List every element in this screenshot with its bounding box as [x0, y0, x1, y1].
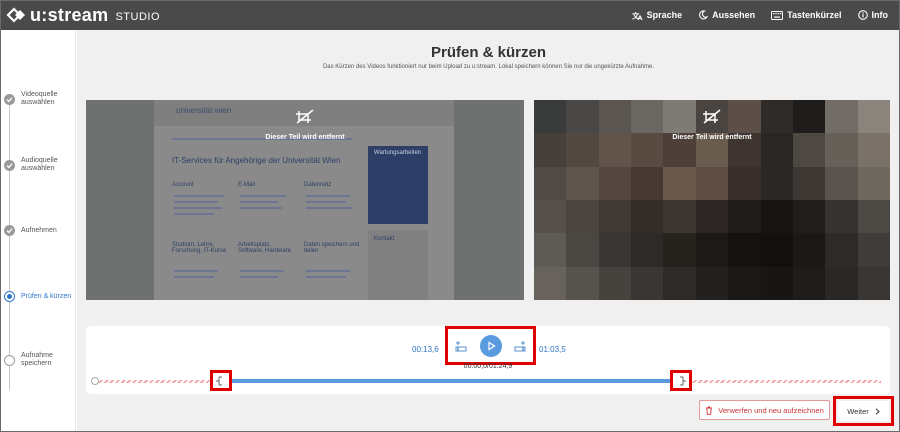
shortcuts-menu[interactable]: Tastenkürzel — [771, 10, 842, 20]
webpage-section: Account — [172, 182, 194, 188]
appearance-label: Aussehen — [712, 10, 756, 20]
webpage-section: Datennetz — [304, 182, 332, 188]
pending-step-icon — [4, 354, 15, 366]
screen-preview: universität wien IT-Services für Angehör… — [86, 100, 524, 300]
trash-icon — [706, 406, 713, 415]
playback-controls — [445, 326, 536, 365]
step-label: Videoquelle auswählen — [21, 91, 58, 106]
svg-text:A: A — [637, 14, 642, 21]
language-label: Sprache — [646, 10, 683, 20]
next-label: Weiter — [847, 406, 869, 416]
info-icon — [857, 10, 868, 20]
stepper-line — [9, 100, 10, 390]
step-label: Audioquelle auswählen — [21, 157, 58, 172]
playhead[interactable] — [91, 377, 99, 385]
webpage-logo: universität wien — [176, 106, 232, 115]
play-button[interactable] — [479, 334, 502, 357]
moon-icon — [699, 10, 709, 20]
shortcuts-label: Tastenkürzel — [787, 10, 842, 20]
trim-start-icon — [455, 340, 467, 351]
crop-off-icon — [296, 109, 314, 124]
active-step-icon — [4, 291, 15, 302]
webpage-section: Studium, Lehre, Forschung, IT-Kurse — [172, 242, 227, 254]
trim-end-icon — [514, 340, 526, 351]
webpage-section: Arbeitsplatz, Software, Hardware — [238, 242, 292, 254]
webpage-section: E-Mail — [238, 182, 256, 188]
step-review-trim[interactable]: Prüfen & kürzen — [4, 291, 76, 302]
page-subtitle: Das Kürzen des Videos funktioniert nur b… — [322, 64, 655, 70]
set-end-button[interactable] — [513, 339, 527, 353]
step-label: Prüfen & kürzen — [21, 292, 72, 300]
logo-icon — [6, 7, 25, 23]
screen-content: universität wien IT-Services für Angehör… — [154, 100, 454, 300]
step-audio-source[interactable]: Audioquelle auswählen — [4, 157, 76, 173]
main-content: Prüfen & kürzen Das Kürzen des Videos fu… — [77, 30, 900, 432]
info-menu[interactable]: Info — [857, 10, 889, 20]
next-button[interactable]: Weiter — [838, 401, 889, 421]
check-icon — [4, 225, 15, 236]
step-sidebar: Videoquelle auswählen Audioquelle auswäh… — [0, 30, 76, 432]
app-header: u:stream STUDIO 文A Sprache Aussehen Tast… — [0, 0, 900, 30]
trim-start-time: 00:13,6 — [412, 345, 439, 354]
webpage-section: Daten speichern und teilen — [304, 242, 360, 254]
play-icon — [487, 340, 496, 351]
info-label: Info — [871, 10, 889, 20]
language-menu[interactable]: 文A Sprache — [632, 10, 683, 21]
contact-box: Kontakt — [368, 230, 428, 300]
maintenance-box: Wartungsarbeiten — [368, 146, 428, 224]
trim-handle-left-icon — [215, 376, 222, 385]
step-save-recording[interactable]: Aufnahme speichern — [4, 352, 76, 368]
trim-end-time: 01:03,5 — [539, 345, 566, 354]
playback-position: 00:00,0/01:24,9 — [463, 363, 513, 370]
keyboard-icon — [771, 10, 784, 20]
check-icon — [4, 93, 15, 105]
step-label: Aufnahme speichern — [21, 352, 53, 367]
removed-part-label: Dieser Teil wird entfernt — [672, 134, 752, 141]
webpage-heading: IT-Services für Angehörige der Universit… — [172, 156, 341, 165]
check-icon — [4, 159, 15, 171]
maintenance-title: Wartungsarbeiten — [374, 150, 422, 156]
logo-suffix: STUDIO — [115, 10, 160, 23]
selected-range — [220, 379, 681, 383]
trim-timeline: 00:13,6 01:03,5 00:00,0/01:24,9 — [86, 326, 890, 394]
camera-content — [534, 100, 890, 300]
page-title: Prüfen & kürzen — [430, 44, 547, 61]
trim-end-handle[interactable] — [669, 370, 692, 391]
trim-start-handle[interactable] — [209, 370, 232, 391]
crop-off-icon — [703, 109, 721, 124]
trim-handle-right-icon — [679, 376, 686, 385]
logo-text: u:stream — [30, 4, 109, 25]
appearance-menu[interactable]: Aussehen — [698, 10, 755, 20]
set-start-button[interactable] — [454, 339, 468, 353]
chevron-right-icon — [875, 407, 880, 415]
translate-icon: 文A — [632, 11, 643, 21]
step-video-source[interactable]: Videoquelle auswählen — [4, 91, 76, 107]
discard-button[interactable]: Verwerfen und neu aufzeichnen — [699, 400, 830, 420]
camera-preview: Dieser Teil wird entfernt — [534, 100, 890, 300]
discard-label: Verwerfen und neu aufzeichnen — [718, 405, 824, 415]
contact-title: Kontakt — [374, 236, 395, 242]
removed-part-label: Dieser Teil wird entfernt — [265, 134, 345, 141]
ustream-logo[interactable]: u:stream STUDIO — [6, 5, 160, 26]
step-record[interactable]: Aufnehmen — [4, 225, 76, 236]
step-label: Aufnehmen — [21, 226, 57, 234]
